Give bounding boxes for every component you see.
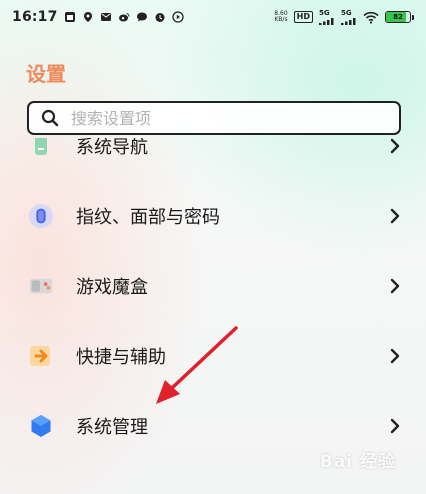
sim1-signal-bars-icon (319, 17, 334, 25)
sim2-signal: 5G (341, 8, 357, 25)
mail-notification-icon (100, 11, 112, 23)
settings-item-game-box[interactable]: 游戏魔盒 (0, 258, 426, 314)
chevron-right-icon (390, 418, 400, 434)
battery-icon: 82 (385, 11, 411, 23)
app-notification-icon (64, 11, 76, 23)
chevron-right-icon (390, 278, 400, 294)
sim2-network-label: 5G (341, 8, 352, 17)
settings-item-label: 系统管理 (76, 417, 148, 438)
video-notification-icon (171, 11, 184, 23)
chevron-right-icon (390, 208, 400, 224)
settings-item-fingerprint-face-password[interactable]: 指纹、面部与密码 (0, 188, 426, 244)
battery-tip (412, 14, 414, 20)
location-notification-icon (82, 11, 94, 23)
settings-item-label: 系统导航 (76, 138, 148, 158)
shortcut-icon (28, 343, 54, 369)
sim2-signal-bars-icon (341, 17, 356, 25)
weibo-notification-icon (118, 11, 130, 23)
battery-indicator: 82 (385, 11, 414, 23)
settings-item-shortcut-assist[interactable]: 快捷与辅助 (0, 328, 426, 384)
game-box-icon (28, 273, 54, 299)
network-speed-unit: KB/s (274, 16, 288, 23)
settings-item-system-management[interactable]: 系统管理 (0, 398, 426, 454)
status-right: 8.60 KB/s HD 5G 5G 82 (274, 8, 414, 25)
chevron-right-icon (390, 138, 400, 154)
chevron-right-icon (390, 348, 400, 364)
status-time: 16:17 (12, 9, 58, 25)
wifi-icon (363, 10, 379, 24)
status-left: 16:17 (12, 9, 184, 25)
battery-level: 82 (393, 13, 403, 21)
hd-voice-badge: HD (293, 11, 313, 23)
network-speed: 8.60 KB/s (274, 11, 287, 23)
search-input[interactable] (69, 107, 373, 129)
chat-notification-icon (136, 11, 148, 23)
search-box[interactable] (27, 101, 401, 135)
navigation-icon (28, 138, 54, 159)
status-bar: 16:17 8.60 KB/s HD 5G 5G 82 (0, 0, 426, 34)
settings-list: 系统导航 指纹、面部与密码 游戏魔盒 快捷与辅助 系统管理 (0, 138, 426, 494)
system-management-icon (28, 413, 54, 439)
timer-notification-icon (154, 11, 166, 23)
fingerprint-icon (28, 203, 54, 229)
settings-item-label: 游戏魔盒 (76, 277, 148, 298)
sim1-signal: 5G (319, 8, 335, 25)
settings-item-label: 指纹、面部与密码 (76, 207, 220, 228)
page-title: 设置 (26, 62, 66, 86)
settings-item-label: 快捷与辅助 (76, 347, 166, 368)
search-icon (41, 109, 59, 127)
settings-item-system-navigation[interactable]: 系统导航 (0, 138, 426, 174)
sim1-network-label: 5G (319, 8, 330, 17)
baidu-watermark: Bai 经验 (319, 452, 396, 472)
